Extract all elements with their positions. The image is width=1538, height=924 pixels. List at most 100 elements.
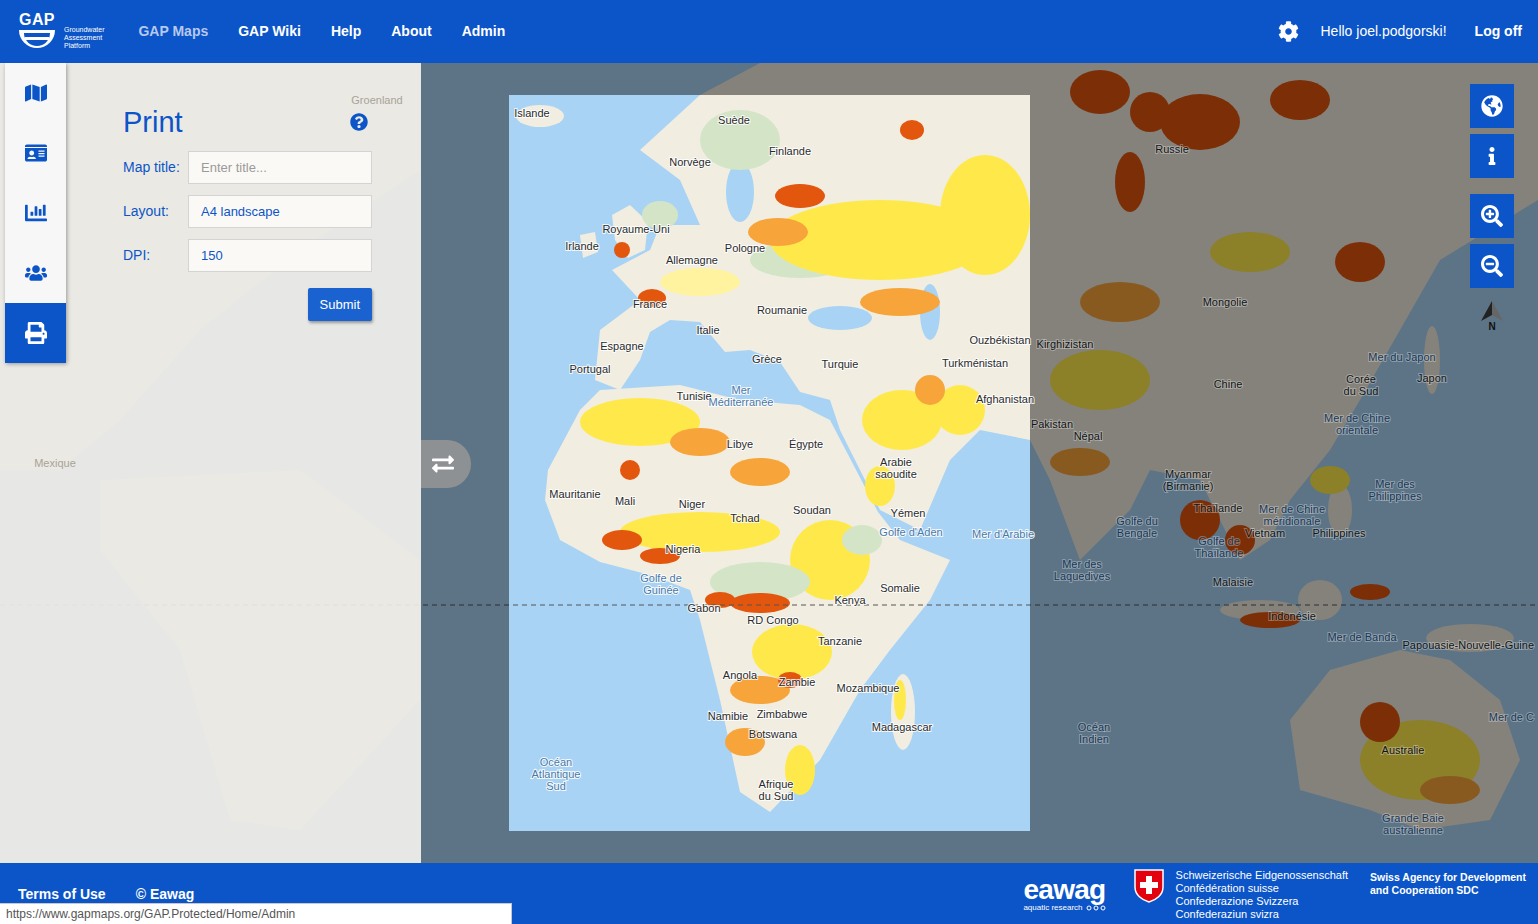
map-label: Irlande	[565, 240, 599, 252]
nav-item[interactable]: About	[391, 21, 431, 42]
map-label: Zimbabwe	[757, 708, 808, 720]
eawag-name: eawag	[1023, 877, 1105, 903]
map-controls: N	[1470, 84, 1514, 332]
footer-links: Terms of Use © Eawag	[18, 863, 194, 902]
main-nav: GAP Maps GAP Wiki Help About Admin	[138, 21, 505, 42]
map-label: Islande	[514, 107, 549, 119]
north-label: N	[1488, 322, 1495, 332]
map-label: Mer desLaquedives	[1054, 558, 1111, 582]
nav-item[interactable]: GAP Maps	[138, 21, 208, 42]
map-area[interactable]: IslandeSuèdeFinlandeNorvègeRoyaume-UniIr…	[0, 63, 1538, 863]
map-label: Afriquedu Sud	[759, 778, 794, 802]
nav-item[interactable]: GAP Wiki	[238, 21, 301, 42]
map-label: Royaume-Uni	[602, 223, 669, 235]
map-label: Mer de C	[1489, 711, 1534, 723]
printer-icon	[25, 322, 47, 344]
gear-icon[interactable]	[1278, 21, 1299, 42]
nav-item[interactable]: Help	[331, 21, 361, 42]
sidebar-item[interactable]	[5, 243, 66, 303]
map-label: Afghanistan	[976, 393, 1034, 405]
globe-icon	[1481, 95, 1503, 117]
map-label: Chine	[1214, 378, 1243, 390]
bar-chart-icon	[25, 202, 47, 224]
map-label: Zambie	[779, 676, 816, 688]
north-arrow-icon	[1478, 300, 1506, 322]
map-label: Espagne	[600, 340, 643, 352]
map-label: Myanmar(Birmanie)	[1163, 468, 1214, 492]
map-label: Thaïlande	[1194, 502, 1243, 514]
map-label: Nigeria	[666, 543, 702, 555]
sidebar-item[interactable]	[5, 123, 66, 183]
eawag-dots-icon	[1086, 905, 1106, 911]
map-label: Mer desPhilippines	[1368, 478, 1422, 502]
map-label: OcéanIndien	[1078, 721, 1110, 745]
text-field[interactable]: 150	[188, 239, 372, 272]
side-panel: PrintMap title:Enter title...Layout:A4 l…	[0, 63, 421, 863]
field-label: Layout:	[123, 201, 188, 222]
terms-link[interactable]: Terms of Use	[18, 886, 106, 902]
sidebar-item[interactable]	[5, 303, 66, 363]
eawag-tagline: aquatic research	[1023, 903, 1082, 913]
zoom-out-button[interactable]	[1470, 244, 1514, 288]
map-label: Papouasie-Nouvelle-Guine	[1403, 639, 1534, 651]
sidebar-item[interactable]	[5, 183, 66, 243]
map-label: Mozambique	[837, 682, 900, 694]
panel-label-layer: Groenland Mexique	[0, 63, 1538, 863]
field-label: DPI:	[123, 245, 188, 266]
info-icon	[1483, 147, 1501, 165]
globe-button[interactable]	[1470, 84, 1514, 128]
map-label: Gabon	[687, 602, 720, 614]
map-label: Suède	[718, 114, 750, 126]
map-label: Indonésie	[1268, 610, 1316, 622]
map-label: Turkménistan	[942, 357, 1008, 369]
map-label: Angola	[723, 669, 758, 681]
logo-title: GAP	[19, 12, 55, 28]
text-field[interactable]: A4 landscape	[188, 195, 372, 228]
map-label: Mer de Chineorientale	[1324, 412, 1390, 436]
map-label: Allemagne	[666, 254, 718, 266]
logo[interactable]: GAPGroundwaterAssessmentPlatform	[14, 12, 104, 52]
map-label: Grèce	[752, 353, 782, 365]
print-extent-mask	[0, 63, 1538, 863]
map-label: Tunisie	[676, 390, 711, 402]
map-label: Portugal	[570, 363, 611, 375]
copyright: © Eawag	[136, 886, 195, 902]
map-label: Roumanie	[757, 304, 807, 316]
map-label: Somalie	[880, 582, 920, 594]
map-label: Golfe duBengale	[1116, 515, 1158, 539]
map-label: Kenya	[834, 594, 866, 606]
field-label: Map title:	[123, 157, 188, 178]
map-label: Coréedu Sud	[1344, 373, 1379, 397]
map-label: Australie	[1382, 744, 1425, 756]
logoff-link[interactable]: Log off	[1475, 21, 1522, 42]
map-label: Kirghizistan	[1037, 338, 1094, 350]
text-field[interactable]: Enter title...	[188, 151, 372, 184]
north-arrow[interactable]: N	[1478, 300, 1506, 332]
sdc-text: Swiss Agency for Developmentand Cooperat…	[1370, 863, 1538, 897]
map-label: Golfe d'Aden	[879, 526, 942, 538]
info-button[interactable]	[1470, 134, 1514, 178]
map-label: Libye	[727, 438, 753, 450]
map-label: Mauritanie	[549, 488, 600, 500]
form-row: Map title:Enter title...	[123, 151, 372, 184]
nav-item[interactable]: Admin	[462, 21, 506, 42]
map-label: Mer d'Arabie	[972, 528, 1034, 540]
map-label: Mexique	[34, 457, 76, 469]
map-label: Mali	[615, 495, 635, 507]
id-card-icon	[25, 142, 47, 164]
submit-button[interactable]: Submit	[308, 288, 372, 321]
map-label: Turquie	[822, 358, 859, 370]
sidebar-item[interactable]	[5, 63, 66, 123]
print-title: Print	[123, 105, 183, 139]
form-row: DPI:150	[123, 239, 372, 272]
map-label: Tanzanie	[818, 635, 862, 647]
zoom-in-button[interactable]	[1470, 194, 1514, 238]
zoom-in-icon	[1481, 205, 1503, 227]
map-label: Groenland	[351, 94, 402, 106]
map-label: Yémen	[891, 507, 926, 519]
app: GAPGroundwaterAssessmentPlatform GAP Maps…	[0, 0, 1538, 924]
panel-toggle[interactable]	[421, 440, 471, 488]
users-icon	[25, 262, 47, 284]
map-label: Pologne	[725, 242, 765, 254]
help-icon[interactable]	[350, 113, 368, 131]
